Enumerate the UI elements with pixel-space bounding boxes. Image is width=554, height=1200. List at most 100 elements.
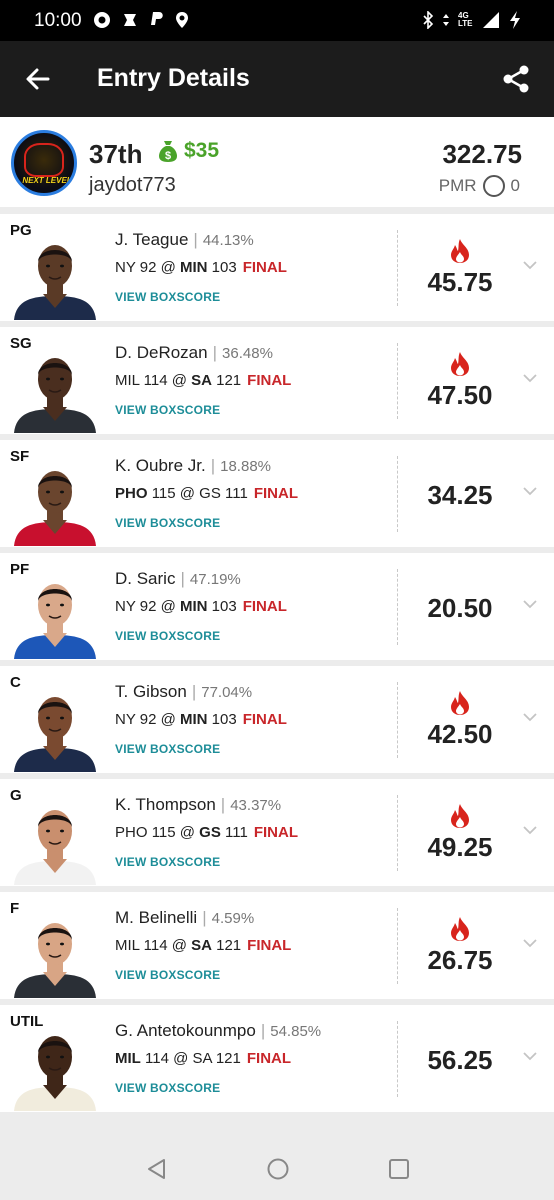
player-row[interactable]: UTIL G. Antetokounmpo | 54.85% MIL 114 @ SA …	[0, 1005, 554, 1112]
player-row[interactable]: PG J. Teague | 44.13% NY 92 @ MIN 103 FINAL VI…	[0, 214, 554, 321]
game-line: NY 92 @ MIN 103 FINAL	[115, 598, 287, 615]
battery-charging-icon	[510, 11, 520, 29]
view-boxscore-link[interactable]: VIEW BOXSCORE	[115, 1081, 220, 1095]
view-boxscore-link[interactable]: VIEW BOXSCORE	[115, 968, 220, 982]
entry-summary: NEXT LEVEL 37th $ $35 jaydot773 322.75 P…	[0, 117, 554, 207]
home-team: SA	[192, 1050, 212, 1067]
chevron-down-icon[interactable]	[522, 373, 538, 383]
away-team: NY	[115, 598, 136, 615]
chevron-down-icon[interactable]	[522, 1051, 538, 1061]
player-row[interactable]: SG D. DeRozan | 36.48% MIL 114 @ SA 121 FINAL…	[0, 327, 554, 434]
divider	[397, 908, 398, 984]
player-photo	[12, 799, 98, 885]
arrow-back-icon	[26, 68, 50, 90]
player-points: 42.50	[427, 719, 493, 749]
total-points: 322.75	[442, 139, 522, 169]
chevron-down-icon[interactable]	[522, 260, 538, 270]
player-row[interactable]: SF K. Oubre Jr. | 18.88% PHO 115 @ GS 111 FIN…	[0, 440, 554, 547]
nav-back-button[interactable]	[146, 1158, 168, 1185]
page-title: Entry Details	[97, 64, 250, 92]
away-score: 114	[143, 937, 168, 954]
player-name-line: J. Teague | 44.13%	[115, 230, 254, 250]
pmr: PMR 0	[439, 175, 520, 197]
share-button[interactable]	[500, 63, 532, 95]
game-status: FINAL	[246, 1050, 292, 1067]
home-score: 103	[211, 711, 237, 728]
back-button[interactable]	[22, 63, 54, 95]
player-name-line: D. DeRozan | 36.48%	[115, 343, 273, 363]
view-boxscore-link[interactable]: VIEW BOXSCORE	[115, 403, 220, 417]
player-row[interactable]: G K. Thompson | 43.37% PHO 115 @ GS 111 FINAL…	[0, 779, 554, 886]
game-status: FINAL	[242, 711, 287, 728]
view-boxscore-link[interactable]: VIEW BOXSCORE	[115, 516, 220, 530]
separator: |	[191, 682, 197, 701]
view-boxscore-link[interactable]: VIEW BOXSCORE	[115, 629, 220, 643]
chevron-down-icon[interactable]	[522, 486, 538, 496]
player-name-line: K. Oubre Jr. | 18.88%	[115, 456, 271, 476]
player-photo	[12, 686, 98, 772]
bull-logo-icon	[24, 143, 64, 177]
home-score: 111	[225, 485, 248, 502]
prize: $ $35	[158, 139, 219, 163]
player-row[interactable]: F M. Belinelli | 4.59% MIL 114 @ SA 121 FINAL…	[0, 892, 554, 999]
fire-icon	[451, 239, 469, 263]
nav-recents-button[interactable]	[388, 1158, 410, 1185]
player-points: 45.75	[427, 267, 493, 297]
away-score: 114	[143, 372, 168, 389]
away-team: PHO	[115, 485, 148, 502]
home-score: 121	[216, 372, 242, 389]
ownership-pct: 54.85%	[270, 1023, 322, 1040]
game-line: PHO 115 @ GS 111 FINAL	[115, 824, 299, 841]
away-team: MIL	[115, 1050, 141, 1067]
ownership-pct: 18.88%	[220, 458, 271, 475]
nav-home-icon	[267, 1158, 289, 1180]
player-photo	[12, 573, 98, 659]
divider	[397, 343, 398, 419]
away-team: MIL	[115, 372, 140, 389]
view-boxscore-link[interactable]: VIEW BOXSCORE	[115, 742, 220, 756]
player-name-line: G. Antetokounmpo | 54.85%	[115, 1021, 321, 1041]
divider	[397, 795, 398, 871]
home-team: SA	[191, 937, 212, 954]
separator: |	[193, 230, 198, 249]
ownership-pct: 4.59%	[211, 910, 255, 927]
chevron-down-icon[interactable]	[522, 712, 538, 722]
ownership-pct: 44.13%	[202, 232, 254, 249]
player-name-line: K. Thompson | 43.37%	[115, 795, 281, 815]
player-row[interactable]: C T. Gibson | 77.04% NY 92 @ MIN 103 FINAL VIE…	[0, 666, 554, 773]
away-team: NY	[115, 711, 136, 728]
pmr-value: 0	[510, 176, 520, 195]
chevron-down-icon[interactable]	[522, 599, 538, 609]
away-score: 115	[151, 485, 176, 502]
svg-text:$: $	[165, 150, 171, 162]
chevron-down-icon[interactable]	[522, 825, 538, 835]
view-boxscore-link[interactable]: VIEW BOXSCORE	[115, 855, 220, 869]
data-arrows-icon	[443, 14, 449, 26]
pmr-label: PMR	[438, 176, 477, 195]
home-score: 121	[216, 937, 242, 954]
home-team: MIN	[180, 598, 208, 615]
away-score: 92	[139, 259, 157, 276]
fire-icon	[451, 352, 469, 376]
nav-home-button[interactable]	[266, 1157, 290, 1186]
chevron-down-icon[interactable]	[522, 938, 538, 948]
separator: |	[210, 456, 216, 475]
game-status: FINAL	[247, 937, 292, 954]
player-name: G. Antetokounmpo	[115, 1021, 256, 1040]
paypal-icon	[151, 12, 163, 25]
avatar: NEXT LEVEL	[11, 130, 77, 196]
separator: |	[260, 1021, 266, 1040]
divider	[397, 230, 398, 306]
player-photo	[12, 460, 98, 546]
player-name-line: M. Belinelli | 4.59%	[115, 908, 254, 928]
status-system-icons: 4G LTE	[422, 10, 522, 30]
player-row[interactable]: PF D. Saric | 47.19% NY 92 @ MIN 103 FINAL VIE…	[0, 553, 554, 660]
player-points: 26.75	[427, 945, 493, 975]
away-score: 115	[151, 824, 176, 841]
separator: |	[212, 343, 218, 362]
share-icon	[503, 65, 529, 93]
player-photo	[12, 912, 98, 998]
view-boxscore-link[interactable]: VIEW BOXSCORE	[115, 290, 220, 304]
game-status: FINAL	[247, 372, 292, 389]
away-score: 92	[139, 711, 157, 728]
